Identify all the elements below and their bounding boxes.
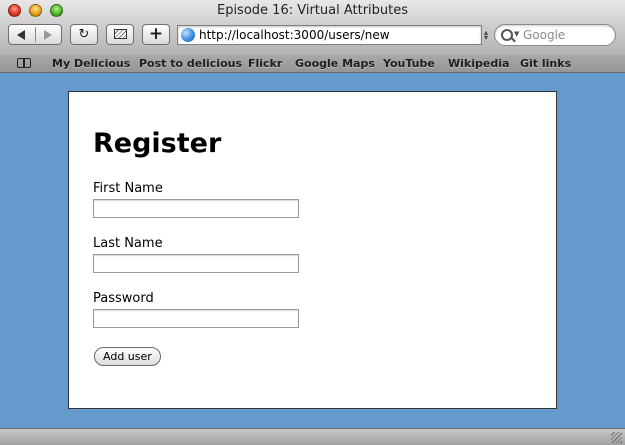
search-menu-icon[interactable]: ▼ xyxy=(514,30,519,38)
globe-icon xyxy=(181,28,195,42)
resize-grip-icon[interactable] xyxy=(611,432,622,443)
search-field[interactable]: ▼ Google xyxy=(494,24,616,46)
browser-window: Episode 16: Virtual Attributes ↻ + http:… xyxy=(0,0,625,445)
search-placeholder: Google xyxy=(523,28,566,42)
password-input[interactable] xyxy=(93,309,299,328)
plus-icon: + xyxy=(148,24,164,44)
first-name-input[interactable] xyxy=(93,199,299,218)
bookmarks-bar: My Delicious Post to delicious Flickr Go… xyxy=(0,55,625,73)
window-title: Episode 16: Virtual Attributes xyxy=(216,3,409,18)
bookmark-git-links[interactable]: Git links xyxy=(520,57,571,70)
forward-icon[interactable] xyxy=(44,30,52,40)
last-name-label: Last Name xyxy=(93,236,163,251)
reload-button[interactable]: ↻ xyxy=(70,24,98,45)
back-icon[interactable] xyxy=(17,30,25,40)
address-text: http://localhost:3000/users/new xyxy=(199,28,390,42)
address-bar[interactable]: http://localhost:3000/users/new xyxy=(177,25,482,45)
add-bookmark-button[interactable]: + xyxy=(142,24,170,45)
search-icon xyxy=(501,29,513,41)
bookmark-my-delicious[interactable]: My Delicious xyxy=(52,57,130,70)
address-dropdown-icon[interactable]: ▴ ▾ xyxy=(484,29,488,42)
password-label: Password xyxy=(93,291,154,306)
bookmark-youtube[interactable]: YouTube xyxy=(383,57,435,70)
snapback-button[interactable] xyxy=(106,24,134,45)
add-user-button[interactable]: Add user xyxy=(94,347,161,366)
title-bar: Episode 16: Virtual Attributes ↻ + http:… xyxy=(0,0,625,56)
register-card: Register First Name Last Name Password A… xyxy=(68,91,557,409)
bookmarks-book-icon[interactable] xyxy=(17,58,33,69)
snapback-icon xyxy=(114,29,127,39)
last-name-input[interactable] xyxy=(93,254,299,273)
back-forward-buttons xyxy=(8,24,62,45)
bookmark-flickr[interactable]: Flickr xyxy=(248,57,282,70)
reload-icon: ↻ xyxy=(78,27,90,42)
bookmark-google-maps[interactable]: Google Maps xyxy=(295,57,375,70)
page-content: Register First Name Last Name Password A… xyxy=(0,73,625,428)
status-bar xyxy=(0,428,625,445)
first-name-label: First Name xyxy=(93,181,163,196)
page-title: Register xyxy=(93,128,222,159)
bookmark-wikipedia[interactable]: Wikipedia xyxy=(448,57,509,70)
bookmark-post-to-delicious[interactable]: Post to delicious xyxy=(139,57,242,70)
nav-divider xyxy=(35,27,36,42)
